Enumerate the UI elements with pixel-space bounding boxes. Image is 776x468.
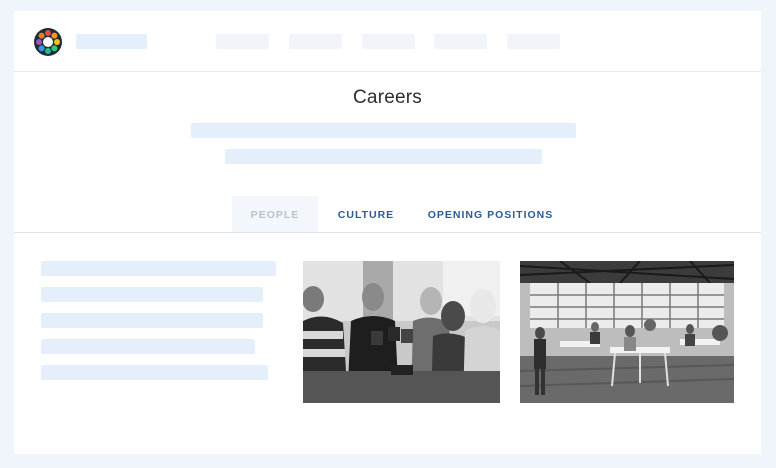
team-toast-photo	[303, 261, 500, 403]
tab-people[interactable]: PEOPLE	[232, 196, 318, 232]
content-text-line-3	[41, 313, 263, 328]
tab-opening-positions[interactable]: OPENING POSITIONS	[422, 196, 559, 232]
nav-item-3[interactable]	[362, 34, 415, 49]
logo-icon[interactable]	[33, 27, 63, 57]
hero-text-line-2	[225, 149, 542, 164]
page-title: Careers	[353, 87, 422, 108]
content-text-line-4	[41, 339, 255, 354]
content-text-line-2	[41, 287, 263, 302]
nav-item-2[interactable]	[289, 34, 342, 49]
page-card: Careers PEOPLE CULTURE OPENING POSITIONS	[14, 11, 761, 454]
nav-item-4[interactable]	[434, 34, 487, 49]
tab-bar: PEOPLE CULTURE OPENING POSITIONS	[14, 196, 761, 233]
hero-text-line-1	[191, 123, 576, 138]
content-text-line-5	[41, 365, 268, 380]
open-office-photo	[520, 261, 734, 403]
content-text-line-1	[41, 261, 276, 276]
nav-item-5[interactable]	[507, 34, 560, 49]
brand-name-placeholder[interactable]	[76, 34, 147, 49]
site-header	[14, 11, 761, 72]
tab-culture[interactable]: CULTURE	[328, 196, 404, 232]
nav-item-1[interactable]	[216, 34, 269, 49]
